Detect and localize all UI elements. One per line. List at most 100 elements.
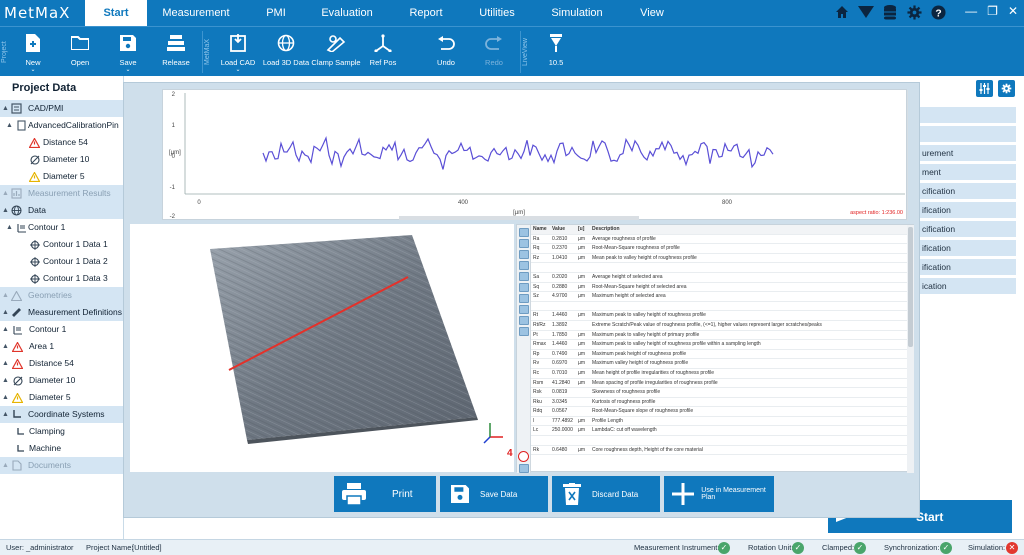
table-row[interactable]: Rc 0.7010 µm Mean height of profile irregul… (531, 369, 907, 379)
redo-button[interactable]: Redo (471, 33, 517, 73)
table-row[interactable]: Rt/Rz 1.3892 Extreme Scratch/Peak value of… (531, 321, 907, 331)
tree-section-measurement-results[interactable]: ▲ Measurement Results (0, 185, 123, 202)
menu-measurement[interactable]: Measurement (155, 0, 237, 26)
clamp-sample-button[interactable]: Clamp Sample (311, 33, 361, 73)
plan-item[interactable]: cification (920, 221, 1016, 237)
table-row[interactable]: Rz 1.0410 µm Mean peak to valley height of … (531, 254, 907, 264)
tree-item-md-distance-54[interactable]: ▲ Distance 54 (0, 355, 123, 372)
tree-item-contour-1[interactable]: ▲ Contour 1 (0, 219, 123, 236)
collapse-icon[interactable]: ▲ (2, 185, 9, 202)
table-row[interactable]: Pt 1.7850 µm Maximum peak to valley height … (531, 331, 907, 341)
plan-item[interactable]: urement (920, 145, 1016, 161)
open-button[interactable]: Open (57, 33, 103, 73)
minimize-icon[interactable]: — (965, 4, 977, 18)
tree-section-data[interactable]: ▲ Data (0, 202, 123, 219)
menu-simulation[interactable]: Simulation (542, 0, 612, 26)
table-row[interactable]: Sz 4.9700 µm Maximum height of selected are… (531, 292, 907, 302)
collapse-icon[interactable]: ▲ (6, 117, 13, 134)
discard-data-button[interactable]: Discard Data (552, 476, 660, 512)
menu-pmi[interactable]: PMI (252, 0, 300, 26)
tree-item-distance-54[interactable]: Distance 54 (0, 134, 123, 151)
tree-section-cad-pmi[interactable]: ▲ CAD/PMI (0, 100, 123, 117)
sliders-icon[interactable] (976, 80, 993, 97)
tree-section-geometries[interactable]: ▲ Geometries (0, 287, 123, 304)
scroll-thumb[interactable] (908, 227, 913, 347)
release-button[interactable]: Release (153, 33, 199, 73)
collapse-icon[interactable]: ▲ (6, 219, 13, 236)
rotate-icon[interactable] (519, 272, 529, 281)
close-tool-icon[interactable] (519, 464, 529, 473)
collapse-icon[interactable]: ▲ (2, 321, 9, 338)
load-cad-button[interactable]: Load CAD ⌄ (215, 33, 261, 73)
tree-item-contour-1-data-2[interactable]: Contour 1 Data 2 (0, 253, 123, 270)
table-row[interactable]: Rku 3.0345 Kurtosis of roughness profile (531, 398, 907, 408)
table-row[interactable]: Rk 0.6480 µm Core roughness depth, Height o… (531, 446, 907, 456)
plan-item[interactable]: ment (920, 164, 1016, 180)
plan-item[interactable] (920, 126, 1016, 142)
print-button[interactable]: Print (334, 476, 436, 512)
col-header-value[interactable]: Value (552, 225, 576, 235)
home-icon[interactable] (834, 4, 850, 20)
table-row[interactable]: Rsk 0.0819 Skewness of roughness profile (531, 388, 907, 398)
undo-button[interactable]: Undo (423, 33, 469, 73)
tree-section-measurement-definitions[interactable]: ▲ Measurement Definitions (0, 304, 123, 321)
menu-report[interactable]: Report (398, 0, 454, 26)
database-icon[interactable] (882, 4, 898, 20)
collapse-icon[interactable]: ▲ (2, 304, 9, 321)
measure-icon[interactable] (519, 294, 529, 303)
table-scrollbar[interactable] (907, 225, 914, 473)
collapse-icon[interactable]: ▲ (2, 338, 9, 355)
collapse-icon[interactable]: ▲ (2, 406, 9, 423)
table-row[interactable]: Sa 0.2020 µm Average height of selected are… (531, 273, 907, 283)
plan-item[interactable]: cification (920, 183, 1016, 199)
table-row[interactable]: Rv 0.6970 µm Maximum valley height of rough… (531, 359, 907, 369)
table-row[interactable]: l 777.4892 µm Profile Length (531, 417, 907, 427)
table-row[interactable]: Rsm 41.2840 µm Mean spacing of profile irre… (531, 379, 907, 389)
col-header-description[interactable]: Description (592, 225, 904, 235)
funnel-icon[interactable] (858, 4, 874, 20)
color-icon[interactable] (519, 316, 529, 325)
tree-item-contour-1-data-1[interactable]: Contour 1 Data 1 (0, 236, 123, 253)
menu-view[interactable]: View (632, 0, 672, 26)
liveview-button[interactable]: 10.5 (533, 33, 579, 73)
table-row[interactable]: Rq 0.2370 µm Root-Mean-Square roughness of … (531, 244, 907, 254)
plan-item[interactable]: ification (920, 240, 1016, 256)
col-header-name[interactable]: Name (533, 225, 551, 235)
roughness-tool-icon[interactable] (518, 451, 529, 462)
tree-item-md-diameter-5[interactable]: ▲ Diameter 5 (0, 389, 123, 406)
tree-item-clamping[interactable]: Clamping (0, 423, 123, 440)
collapse-icon[interactable]: ▲ (2, 457, 9, 474)
menu-evaluation[interactable]: Evaluation (314, 0, 380, 26)
tree-item-md-contour-1[interactable]: ▲ Contour 1 (0, 321, 123, 338)
tree-item-diameter-5[interactable]: Diameter 5 (0, 168, 123, 185)
table-row[interactable] (531, 302, 907, 312)
gear-icon[interactable] (998, 80, 1015, 97)
layers-icon[interactable] (519, 305, 529, 314)
plan-item[interactable] (920, 107, 1016, 123)
export-icon[interactable] (519, 327, 529, 336)
table-row[interactable]: Lc 250.0000 µm LambdaC: cut off wavelength (531, 426, 907, 437)
collapse-icon[interactable]: ▲ (2, 372, 9, 389)
home-icon[interactable] (519, 261, 529, 270)
grid-icon[interactable] (519, 283, 529, 292)
table-row[interactable]: Rdq 0.0567 Root-Mean-Square slope of rough… (531, 407, 907, 417)
save-button[interactable]: Save ⌄ (105, 33, 151, 73)
tree-item-diameter-10[interactable]: Diameter 10 (0, 151, 123, 168)
tree-section-documents[interactable]: ▲ Documents (0, 457, 123, 474)
search-icon[interactable] (519, 239, 529, 248)
view-icon[interactable] (519, 250, 529, 259)
tree-item-advanced-calibration-pin[interactable]: ▲ AdvancedCalibrationPin (0, 117, 123, 134)
collapse-icon[interactable]: ▲ (2, 202, 9, 219)
table-row[interactable]: Rp 0.7490 µm Maximum peak height of roughne… (531, 350, 907, 360)
col-header-unit[interactable]: [u] (578, 225, 588, 235)
gear-icon[interactable] (906, 4, 922, 20)
tree-item-area-1[interactable]: ▲ Area 1 (0, 338, 123, 355)
close-icon[interactable]: ✕ (1008, 4, 1018, 18)
ref-pos-button[interactable]: Ref Pos (360, 33, 406, 73)
tree-item-contour-1-data-3[interactable]: Contour 1 Data 3 (0, 270, 123, 287)
plan-item[interactable]: ification (920, 259, 1016, 275)
collapse-icon[interactable]: ▲ (2, 355, 9, 372)
load-3d-data-button[interactable]: Load 3D Data (262, 33, 310, 73)
menu-start[interactable]: Start (85, 0, 147, 26)
collapse-icon[interactable]: ▲ (2, 287, 9, 304)
